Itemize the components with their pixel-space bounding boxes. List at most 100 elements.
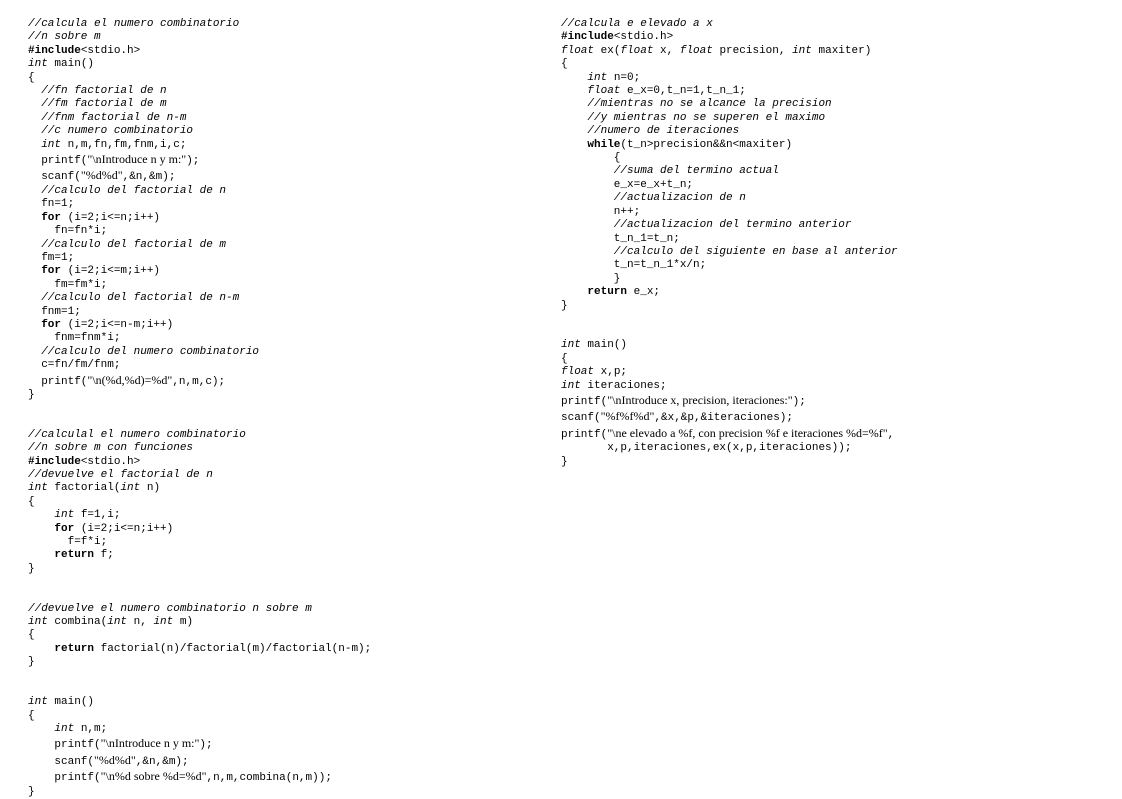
- brace-close: }: [561, 273, 620, 285]
- scanf-call-end: ,&n,&m);: [136, 756, 189, 768]
- type-float: float: [561, 366, 594, 378]
- ret-val: f;: [94, 549, 114, 561]
- scanf-call-end: ,&x,&p,&iteraciones);: [654, 412, 793, 424]
- decl: x,p;: [594, 366, 627, 378]
- brace-open: {: [561, 353, 568, 365]
- brace-close: }: [28, 563, 35, 575]
- for-cond: (i=2;i<=m;i++): [61, 265, 160, 277]
- type-int: int: [28, 723, 74, 735]
- comment: //calculo del factorial de n: [28, 185, 226, 197]
- printf-call-end: );: [199, 739, 212, 751]
- scanf-call: scanf(: [561, 412, 601, 424]
- blank-line: [28, 670, 541, 683]
- ret-val: e_x;: [627, 286, 660, 298]
- comment: //n sobre m: [28, 31, 101, 43]
- fn-sig: combina(: [48, 616, 107, 628]
- stmt: c=fn/fm/fnm;: [28, 359, 120, 371]
- type-float: float: [561, 45, 594, 57]
- keyword-while: while: [561, 139, 620, 151]
- type-int: int: [28, 509, 74, 521]
- blank-line: [561, 313, 1074, 326]
- stmt: fm=1;: [28, 252, 74, 264]
- type-float: float: [680, 45, 713, 57]
- stmt: fn=1;: [28, 198, 74, 210]
- keyword-include: #include: [28, 45, 81, 57]
- type-float: float: [620, 45, 653, 57]
- stmt: t_n_1=t_n;: [561, 233, 680, 245]
- main-sig: main(): [581, 339, 627, 351]
- while-cond: (t_n>precision&&n<maxiter): [620, 139, 792, 151]
- header: <stdio.h>: [614, 31, 673, 43]
- stmt: f=f*i;: [28, 536, 107, 548]
- comment: //calcula e elevado a x: [561, 18, 713, 30]
- brace-open: {: [28, 710, 35, 722]
- comment: //fnm factorial de n-m: [28, 112, 186, 124]
- brace-open: {: [28, 72, 35, 84]
- stmt: fm=fm*i;: [28, 279, 107, 291]
- right-column: //calcula e elevado a x #include<stdio.h…: [561, 18, 1094, 775]
- comment: //calculo del factorial de m: [28, 239, 226, 251]
- printf-call-end: );: [186, 155, 199, 167]
- decl-vars: n,m,fn,fm,fnm,i,c;: [61, 139, 186, 151]
- comment: //calculo del numero combinatorio: [28, 346, 259, 358]
- stmt: fnm=1;: [28, 306, 81, 318]
- brace-close: }: [561, 456, 568, 468]
- stmt: t_n=t_n_1*x/n;: [561, 259, 706, 271]
- keyword-include: #include: [28, 456, 81, 468]
- printf-call: printf(: [28, 739, 101, 751]
- comment: //calculo del factorial de n-m: [28, 292, 239, 304]
- string-literal: "\n%d sobre %d=%d": [101, 769, 207, 783]
- scanf-call: scanf(: [28, 756, 94, 768]
- decl: e_x=0,t_n=1,t_n_1;: [620, 85, 745, 97]
- comment: //numero de iteraciones: [561, 125, 739, 137]
- type-int: int: [28, 616, 48, 628]
- brace-close: }: [28, 786, 35, 798]
- fn-sig: maxiter): [812, 45, 871, 57]
- string-literal: "\n(%d,%d)=%d": [87, 373, 172, 387]
- stmt: e_x=e_x+t_n;: [561, 179, 693, 191]
- keyword-return: return: [561, 286, 627, 298]
- fn-sig: n,: [127, 616, 153, 628]
- fn-sig: m): [173, 616, 193, 628]
- string-literal: "%d%d": [81, 168, 123, 182]
- comment: //actualizacion de n: [561, 192, 746, 204]
- comment: //calcula el numero combinatorio: [28, 18, 239, 30]
- main-sig: main(): [48, 58, 94, 70]
- brace-close: }: [28, 389, 35, 401]
- printf-call-end: ,n,m,combina(n,m));: [207, 772, 332, 784]
- keyword-return: return: [28, 643, 94, 655]
- header: <stdio.h>: [81, 456, 140, 468]
- decl: n,m;: [74, 723, 107, 735]
- comment: //actualizacion del termino anterior: [561, 219, 851, 231]
- printf-call-end: ,n,m,c);: [172, 376, 225, 388]
- keyword-include: #include: [561, 31, 614, 43]
- comment: //suma del termino actual: [561, 165, 779, 177]
- decl: f=1,i;: [74, 509, 120, 521]
- for-cond: (i=2;i<=n;i++): [61, 212, 160, 224]
- ret-val: factorial(n)/factorial(m)/factorial(n-m)…: [94, 643, 371, 655]
- printf-call: printf(: [28, 155, 87, 167]
- type-int: int: [28, 482, 48, 494]
- printf-call-end: );: [793, 396, 806, 408]
- comment: //fm factorial de m: [28, 98, 167, 110]
- stmt: fnm=fnm*i;: [28, 332, 120, 344]
- fn-sig: precision,: [713, 45, 792, 57]
- printf-call: printf(: [28, 376, 87, 388]
- blank-line: [28, 402, 541, 415]
- decl: iteraciones;: [581, 380, 667, 392]
- fn-sig: factorial(: [48, 482, 121, 494]
- keyword-for: for: [28, 212, 61, 224]
- printf-call: printf(: [561, 396, 607, 408]
- type-int: int: [28, 696, 48, 708]
- keyword-for: for: [28, 265, 61, 277]
- type-int: int: [561, 72, 607, 84]
- fn-sig: ex(: [594, 45, 620, 57]
- comment: //devuelve el factorial de n: [28, 469, 213, 481]
- type-int: int: [28, 139, 61, 151]
- comment: //mientras no se alcance la precision: [561, 98, 832, 110]
- type-int: int: [561, 339, 581, 351]
- brace-open: {: [28, 629, 35, 641]
- comment: //fn factorial de n: [28, 85, 167, 97]
- printf-call-cont: x,p,iteraciones,ex(x,p,iteraciones));: [561, 442, 851, 454]
- header: <stdio.h>: [81, 45, 140, 57]
